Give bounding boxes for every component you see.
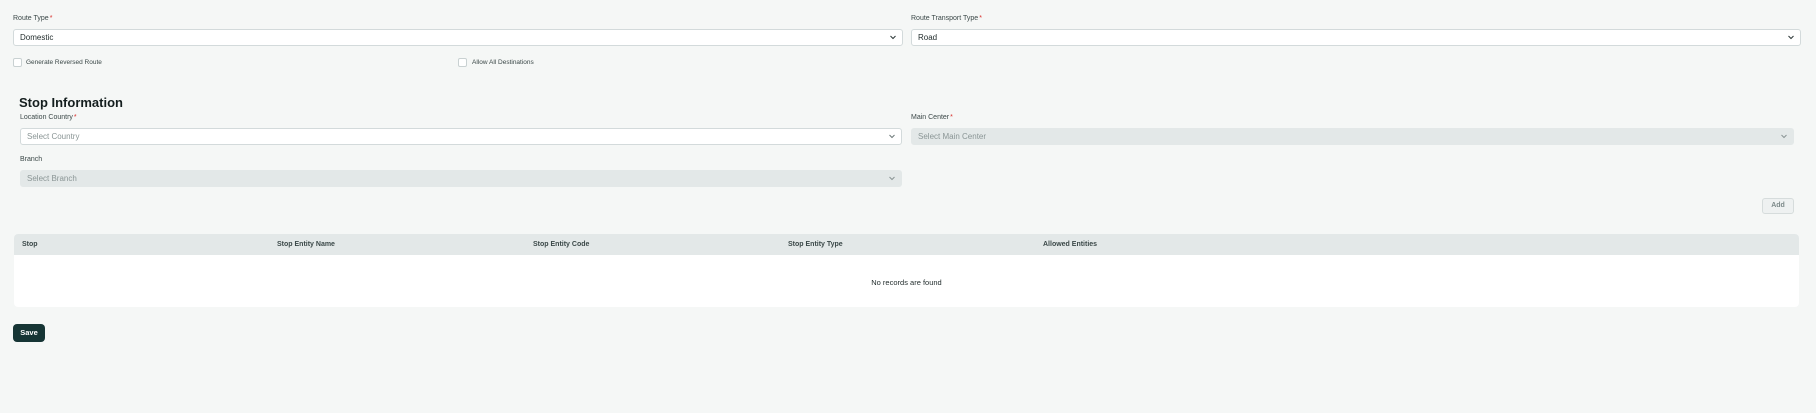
required-asterisk: *	[950, 114, 953, 121]
branch-placeholder: Select Branch	[27, 174, 77, 183]
chevron-down-icon	[1781, 134, 1787, 139]
chevron-down-icon	[889, 134, 895, 139]
generate-reversed-route-label: Generate Reversed Route	[26, 59, 102, 66]
route-transport-type-select[interactable]: Road	[911, 29, 1801, 46]
column-header-allowed-entities[interactable]: Allowed Entities	[1043, 241, 1097, 248]
column-header-stop-entity-name[interactable]: Stop Entity Name	[277, 241, 335, 248]
allow-all-destinations-label: Allow All Destinations	[472, 59, 534, 66]
route-transport-type-value: Road	[918, 33, 938, 42]
main-center-label-text: Main Center	[911, 114, 950, 121]
main-center-select[interactable]: Select Main Center	[911, 128, 1794, 145]
location-country-label-text: Location Country	[20, 114, 73, 121]
route-type-select[interactable]: Domestic	[13, 29, 903, 46]
route-type-value: Domestic	[20, 33, 54, 42]
column-header-stop-entity-type[interactable]: Stop Entity Type	[788, 241, 843, 248]
route-type-label-text: Route Type	[13, 15, 49, 22]
route-type-label: Route Type*	[13, 15, 52, 22]
branch-label: Branch	[20, 156, 43, 163]
allow-all-destinations-checkbox[interactable]	[458, 58, 467, 67]
main-center-label: Main Center*	[911, 114, 953, 121]
location-country-select[interactable]: Select Country	[20, 128, 902, 145]
chevron-down-icon	[890, 35, 896, 40]
required-asterisk: *	[73, 114, 77, 121]
required-asterisk: *	[49, 15, 53, 22]
chevron-down-icon	[1788, 35, 1794, 40]
route-transport-type-label-text: Route Transport Type	[911, 15, 979, 22]
stops-table: Stop Stop Entity Name Stop Entity Code S…	[14, 234, 1799, 307]
main-center-placeholder: Select Main Center	[918, 132, 987, 141]
save-button[interactable]: Save	[13, 324, 45, 342]
stop-information-title: Stop Information	[19, 95, 123, 110]
column-header-stop[interactable]: Stop	[22, 241, 38, 248]
location-country-placeholder: Select Country	[27, 132, 80, 141]
required-asterisk: *	[979, 15, 982, 22]
add-stop-button[interactable]: Add	[1762, 198, 1794, 214]
route-transport-type-label: Route Transport Type*	[911, 15, 982, 22]
chevron-down-icon	[889, 176, 895, 181]
table-header: Stop Stop Entity Name Stop Entity Code S…	[14, 234, 1799, 255]
location-country-label: Location Country*	[20, 114, 77, 121]
column-header-stop-entity-code[interactable]: Stop Entity Code	[533, 241, 589, 248]
branch-select[interactable]: Select Branch	[20, 170, 902, 187]
empty-state-message: No records are found	[871, 278, 942, 287]
generate-reversed-route-checkbox[interactable]	[13, 58, 22, 67]
